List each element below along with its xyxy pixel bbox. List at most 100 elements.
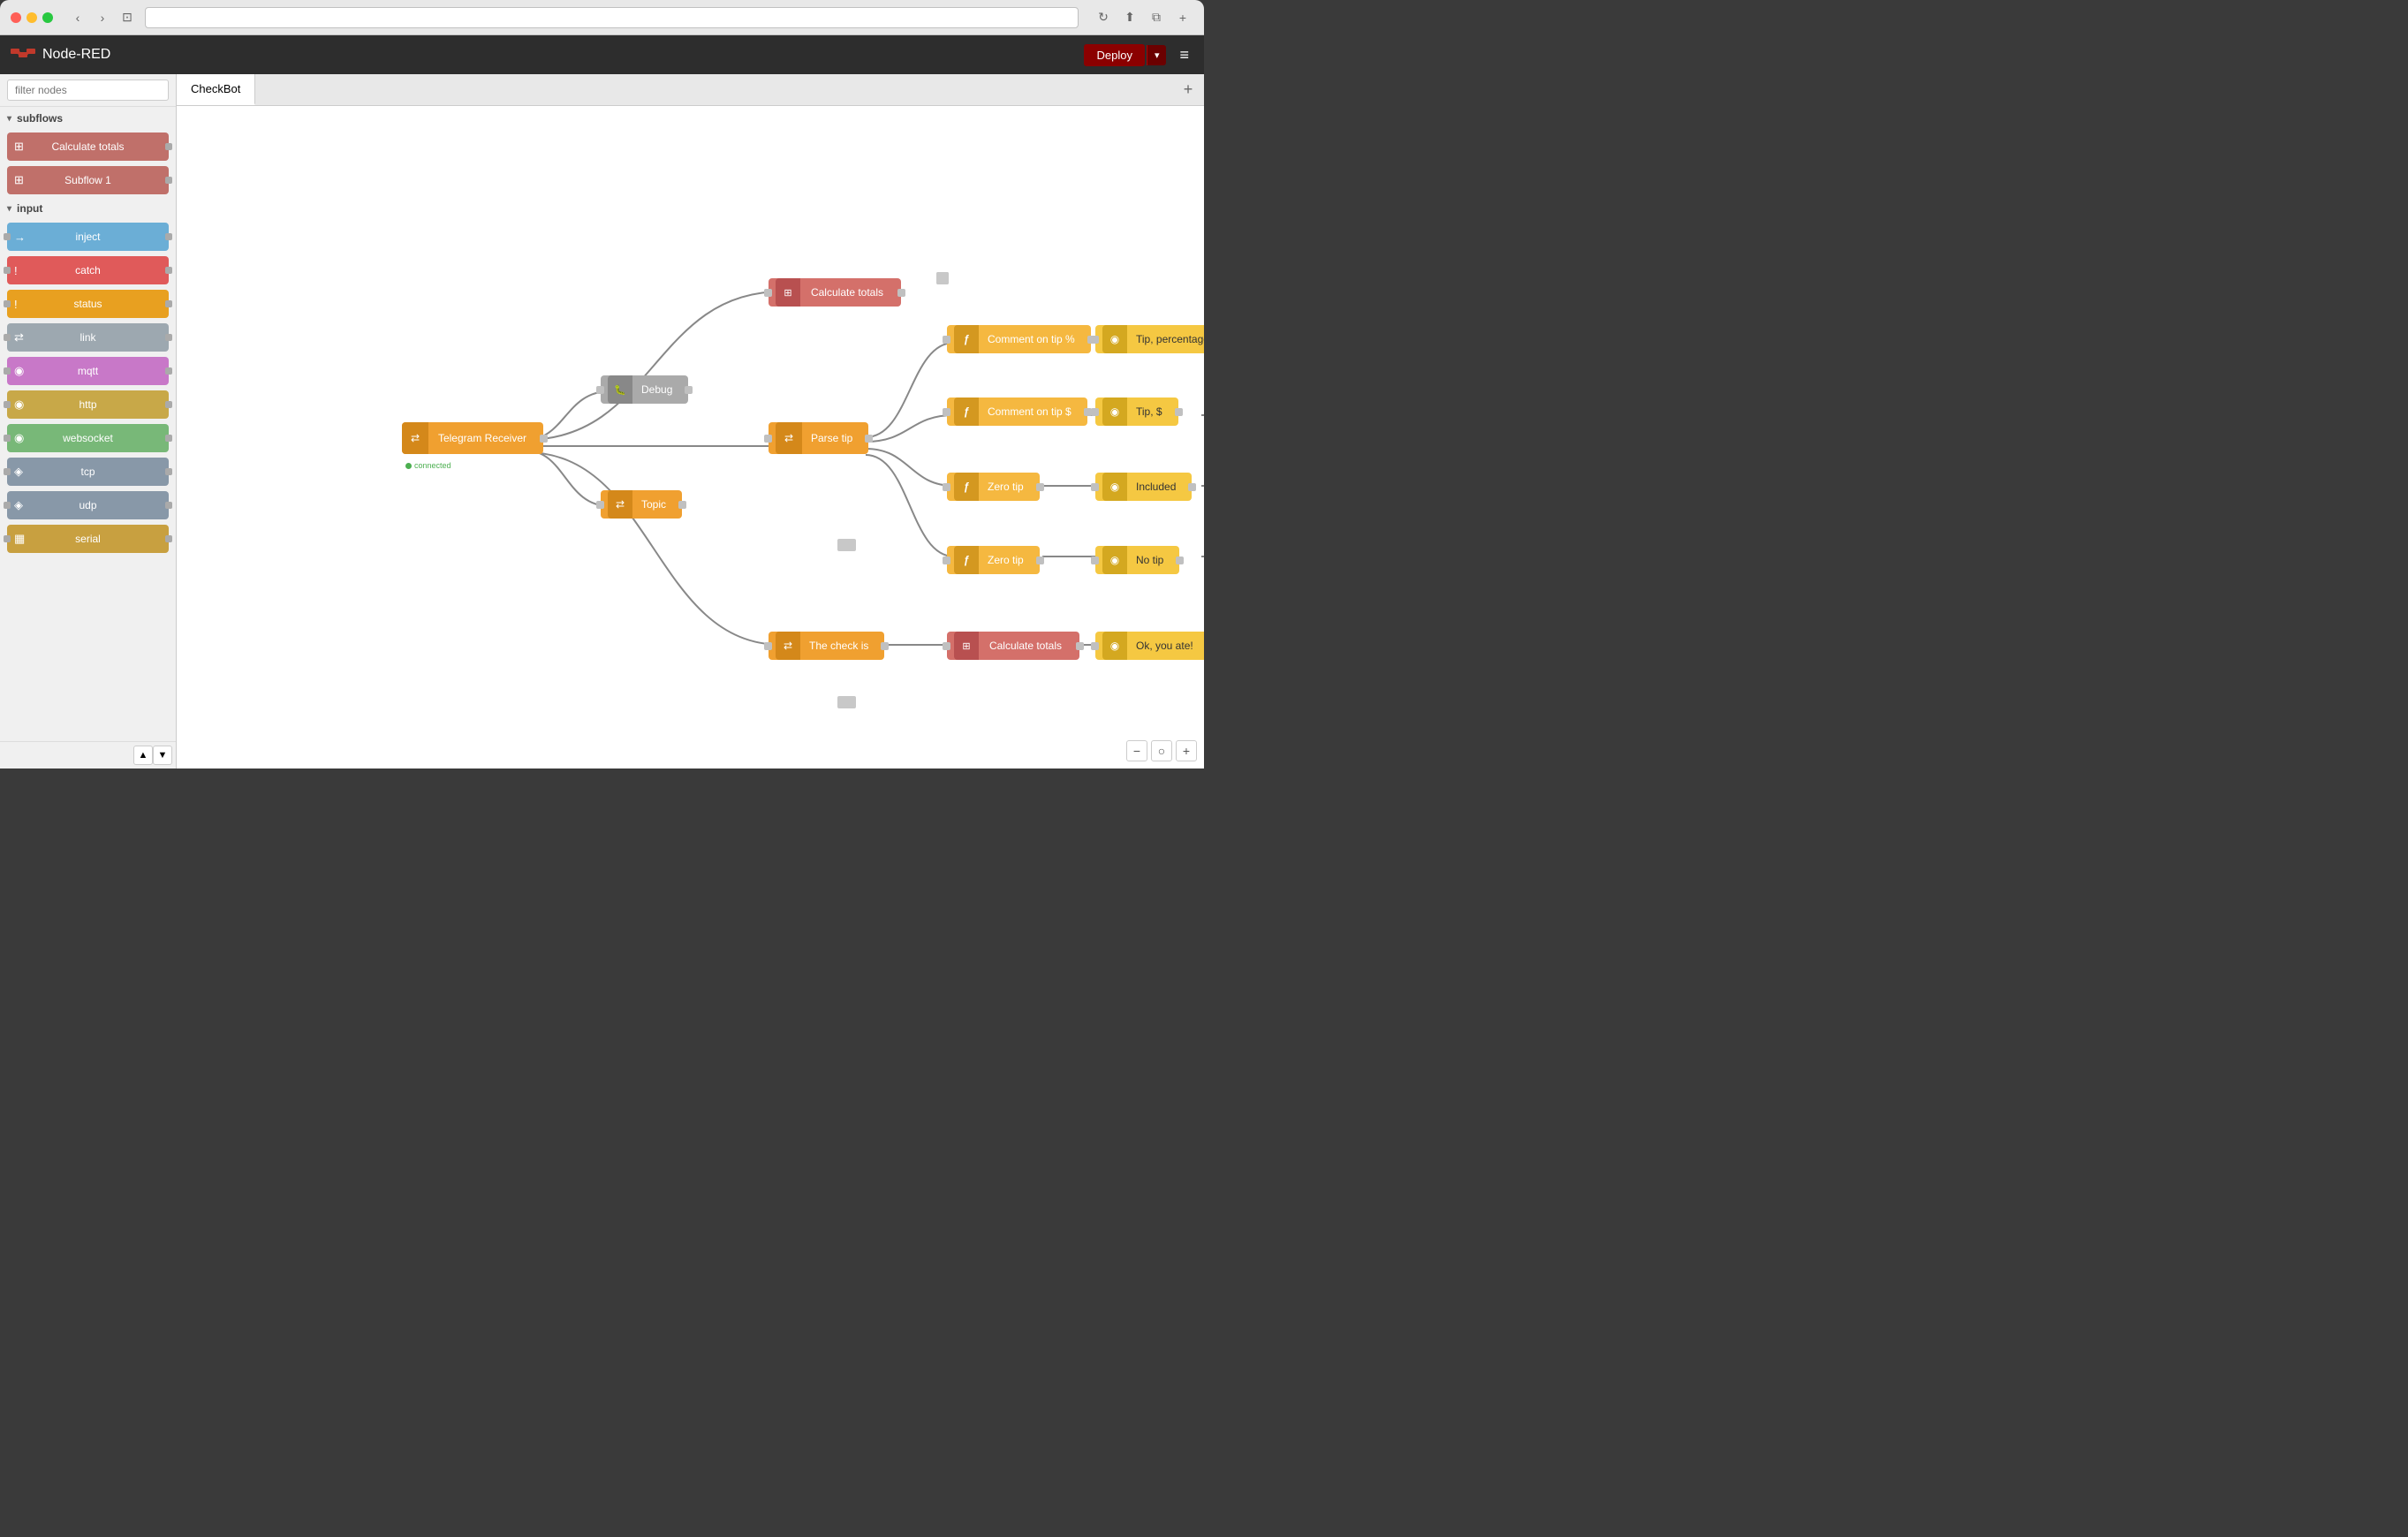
tip-dollar-output-port [1175, 408, 1183, 416]
forward-button[interactable]: › [92, 7, 113, 28]
add-tab-button[interactable]: + [1172, 74, 1204, 105]
sidebar-item-catch[interactable]: ! catch [7, 256, 169, 284]
sidebar-item-inject[interactable]: → inject [7, 223, 169, 251]
node-telegram-receiver[interactable]: ⇄ Telegram Receiver connected [402, 422, 543, 454]
websocket-label: websocket [63, 432, 113, 444]
node-comment-tip-dollar[interactable]: ƒ Comment on tip $ [947, 398, 1087, 426]
subflows-section-header[interactable]: ▾ subflows [0, 107, 176, 130]
reload-button[interactable]: ↻ [1093, 7, 1114, 28]
calc2-input-port [943, 642, 950, 650]
port-right [165, 267, 172, 274]
telegram-receiver-icon-bg: ⇄ [402, 422, 428, 454]
parse-tip-icon-bg: ⇄ [776, 422, 802, 454]
sidebar-item-mqtt[interactable]: ◉ mqtt [7, 357, 169, 385]
address-bar[interactable] [145, 7, 1079, 28]
tip-dollar-input-port [1091, 408, 1099, 416]
zero2-icon-bg: ƒ [954, 546, 979, 574]
topic-icon: ⇄ [616, 498, 625, 511]
sidebar-item-http[interactable]: ◉ http [7, 390, 169, 419]
zoom-out-button[interactable]: − [1126, 740, 1147, 761]
debug-icon: 🐛 [614, 384, 626, 396]
sidebar-item-status[interactable]: ! status [7, 290, 169, 318]
logo-area: Node-RED [11, 46, 110, 64]
tab-checkbot[interactable]: CheckBot [177, 74, 255, 105]
maximize-button[interactable] [42, 12, 53, 23]
canvas-area: CheckBot + [177, 74, 1204, 768]
main-content: ▾ subflows ⊞ Calculate totals ⊞ Subflow … [0, 74, 1204, 768]
reading-list-button[interactable]: ⊡ [117, 7, 138, 28]
topbar: Node-RED Deploy ▾ ≡ [0, 35, 1204, 74]
sidebar-item-subflow1[interactable]: ⊞ Subflow 1 [7, 166, 169, 194]
flow-canvas[interactable]: ⇄ Telegram Receiver connected 🐛 Debug [177, 106, 1204, 768]
connections-svg [177, 106, 1204, 768]
calc1-input-port [764, 289, 772, 297]
included-icon-bg: ◉ [1102, 473, 1127, 501]
subflow1-label: Subflow 1 [64, 174, 111, 186]
node-red-logo-icon [11, 46, 35, 64]
zoom-reset-button[interactable]: ○ [1151, 740, 1172, 761]
port-left [4, 435, 11, 442]
node-calculate-totals-1[interactable]: ⊞ Calculate totals [769, 278, 901, 307]
zoom-in-button[interactable]: + [1176, 740, 1197, 761]
node-comment-tip-pct[interactable]: ƒ Comment on tip % [947, 325, 1091, 353]
node-parse-tip[interactable]: ⇄ Parse tip [769, 422, 868, 454]
tab-bar: CheckBot + [177, 74, 1204, 106]
deploy-button[interactable]: Deploy [1084, 44, 1144, 66]
no-tip-label: No tip [1127, 549, 1172, 572]
check-icon: ⇄ [784, 640, 792, 652]
sidebar-item-tcp[interactable]: ◈ tcp [7, 458, 169, 486]
node-tip-dollar[interactable]: ◉ Tip, $ [1095, 398, 1178, 426]
node-topic[interactable]: ⇄ Topic [601, 490, 682, 519]
subflow1-icon: ⊞ [14, 173, 24, 187]
node-zero-tip-1[interactable]: ƒ Zero tip [947, 473, 1040, 501]
zero1-icon: ƒ [964, 481, 970, 493]
calc1-output-port [897, 289, 905, 297]
tab-view-button[interactable]: ⧉ [1146, 7, 1167, 28]
parse-tip-output-port [865, 435, 873, 443]
filter-nodes-input[interactable] [7, 80, 169, 101]
back-button[interactable]: ‹ [67, 7, 88, 28]
calc2-icon-bg: ⊞ [954, 632, 979, 660]
sidebar-item-calculate-totals[interactable]: ⊞ Calculate totals [7, 132, 169, 161]
topic-icon-bg: ⇄ [608, 490, 632, 519]
telegram-receiver-output-port [540, 435, 548, 443]
link-icon: ⇄ [14, 330, 24, 344]
port-right [165, 143, 172, 150]
tip-dollar-icon: ◉ [1110, 405, 1119, 418]
serial-label: serial [75, 533, 101, 545]
tcp-label: tcp [80, 466, 95, 478]
share-button[interactable]: ⬆ [1119, 7, 1140, 28]
parse-tip-label: Parse tip [802, 427, 861, 450]
scroll-up-button[interactable]: ▲ [133, 746, 153, 765]
comment-dollar-icon-bg: ƒ [954, 398, 979, 426]
parse-tip-icon: ⇄ [784, 432, 793, 444]
minimize-button[interactable] [27, 12, 37, 23]
app-name: Node-RED [42, 47, 110, 63]
zero1-input-port [943, 483, 950, 491]
scroll-down-button[interactable]: ▼ [153, 746, 172, 765]
menu-button[interactable]: ≡ [1175, 42, 1193, 69]
topic-output-port [678, 501, 686, 509]
node-included[interactable]: ◉ Included [1095, 473, 1192, 501]
new-tab-button[interactable]: + [1172, 7, 1193, 28]
sidebar-item-websocket[interactable]: ◉ websocket [7, 424, 169, 452]
node-no-tip[interactable]: ◉ No tip [1095, 546, 1179, 574]
node-the-check-is[interactable]: ⇄ The check is [769, 632, 884, 660]
sidebar-item-link[interactable]: ⇄ link [7, 323, 169, 352]
sidebar-item-udp[interactable]: ◈ udp [7, 491, 169, 519]
node-debug[interactable]: 🐛 Debug [601, 375, 688, 404]
node-ok-you-ate[interactable]: ◉ Ok, you ate! [1095, 632, 1204, 660]
close-button[interactable] [11, 12, 21, 23]
telegram-receiver-connected-text: connected [414, 461, 451, 470]
ok-label: Ok, you ate! [1127, 634, 1202, 657]
node-calculate-totals-2[interactable]: ⊞ Calculate totals [947, 632, 1079, 660]
http-label: http [79, 398, 96, 411]
node-zero-tip-2[interactable]: ƒ Zero tip [947, 546, 1040, 574]
input-section-header[interactable]: ▾ input [0, 197, 176, 220]
nav-buttons: ‹ › ⊡ [67, 7, 138, 28]
ok-icon: ◉ [1110, 640, 1119, 652]
mqtt-icon: ◉ [14, 364, 24, 378]
sidebar-item-serial[interactable]: ▦ serial [7, 525, 169, 553]
node-tip-percentage[interactable]: ◉ Tip, percentage [1095, 325, 1204, 353]
deploy-dropdown-button[interactable]: ▾ [1147, 45, 1167, 65]
